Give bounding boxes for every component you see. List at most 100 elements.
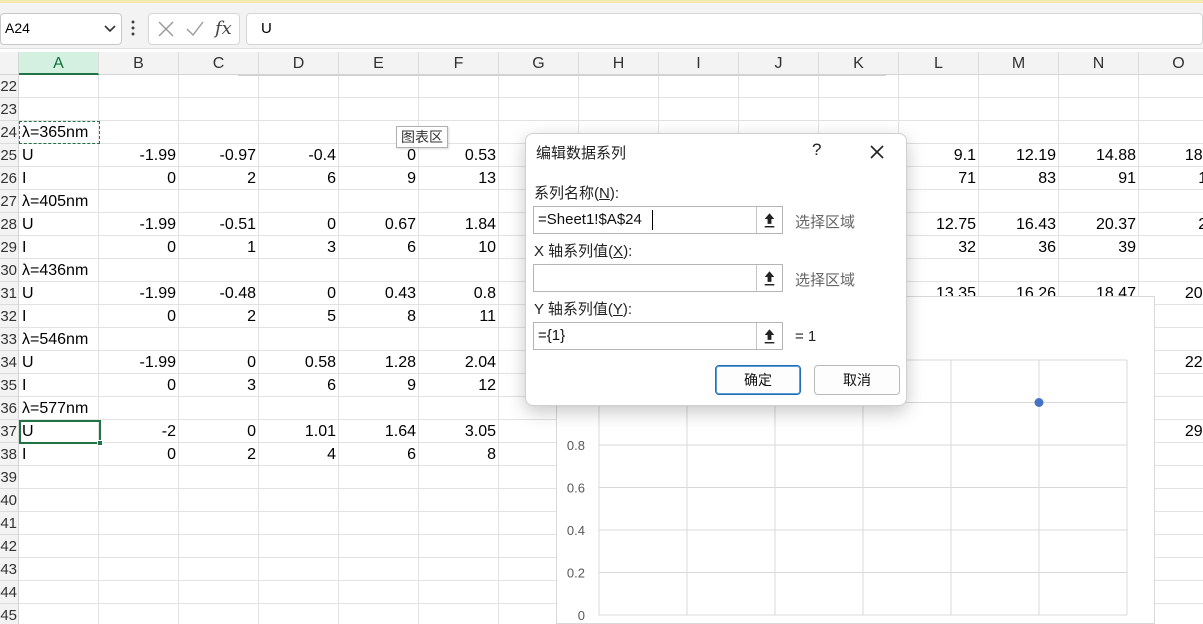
column-header-G[interactable]: G — [499, 52, 579, 75]
row-header-36[interactable]: 36 — [0, 397, 19, 420]
row-header-34[interactable]: 34 — [0, 351, 19, 374]
cell-M28[interactable]: 16.43 — [979, 213, 1059, 236]
cell-E35[interactable]: 9 — [339, 374, 419, 397]
row-header-26[interactable]: 26 — [0, 167, 19, 190]
insert-function-icon[interactable]: fx — [215, 18, 232, 39]
cell-C26[interactable]: 2 — [179, 167, 259, 190]
cell-M25[interactable]: 12.19 — [979, 144, 1059, 167]
cell-E34[interactable]: 1.28 — [339, 351, 419, 374]
column-header-M[interactable]: M — [979, 52, 1059, 75]
cell-E32[interactable]: 8 — [339, 305, 419, 328]
cell-N29[interactable]: 39 — [1059, 236, 1139, 259]
select-all-corner[interactable] — [0, 52, 19, 75]
row-header-27[interactable]: 27 — [0, 190, 19, 213]
cell-E29[interactable]: 6 — [339, 236, 419, 259]
cell-E26[interactable]: 9 — [339, 167, 419, 190]
cell-E38[interactable]: 6 — [339, 443, 419, 466]
cell-A32[interactable]: I — [19, 305, 99, 328]
cell-B37[interactable]: -2 — [99, 420, 179, 443]
column-header-H[interactable]: H — [579, 52, 659, 75]
cell-C32[interactable]: 2 — [179, 305, 259, 328]
cell-N26[interactable]: 91 — [1059, 167, 1139, 190]
cell-A34[interactable]: U — [19, 351, 99, 374]
cell-N28[interactable]: 20.37 — [1059, 213, 1139, 236]
cell-O26[interactable]: 10 — [1139, 167, 1203, 190]
x-values-field[interactable] — [533, 264, 783, 292]
column-header-D[interactable]: D — [259, 52, 339, 75]
cell-B38[interactable]: 0 — [99, 443, 179, 466]
cell-D38[interactable]: 4 — [259, 443, 339, 466]
cell-A38[interactable]: I — [19, 443, 99, 466]
cell-B29[interactable]: 0 — [99, 236, 179, 259]
row-header-32[interactable]: 32 — [0, 305, 19, 328]
cell-C29[interactable]: 1 — [179, 236, 259, 259]
row-header-22[interactable]: 22 — [0, 75, 19, 98]
column-header-A[interactable]: A — [19, 52, 99, 75]
cell-A29[interactable]: I — [19, 236, 99, 259]
row-header-40[interactable]: 40 — [0, 489, 19, 512]
cell-B28[interactable]: -1.99 — [99, 213, 179, 236]
data-point[interactable] — [1034, 398, 1044, 407]
help-button[interactable]: ? — [812, 140, 821, 160]
cell-E31[interactable]: 0.43 — [339, 282, 419, 305]
cell-A25[interactable]: U — [19, 144, 99, 167]
cell-A33[interactable]: λ=546nm — [19, 328, 99, 351]
collapse-dialog-icon[interactable] — [756, 207, 782, 233]
row-header-43[interactable]: 43 — [0, 558, 19, 581]
row-header-44[interactable]: 44 — [0, 581, 19, 604]
cell-D28[interactable]: 0 — [259, 213, 339, 236]
cell-D34[interactable]: 0.58 — [259, 351, 339, 374]
row-header-24[interactable]: 24 — [0, 121, 19, 144]
cell-C35[interactable]: 3 — [179, 374, 259, 397]
row-header-38[interactable]: 38 — [0, 443, 19, 466]
active-cell-selection[interactable] — [19, 420, 103, 446]
column-header-E[interactable]: E — [339, 52, 419, 75]
row-header-33[interactable]: 33 — [0, 328, 19, 351]
cell-M29[interactable]: 36 — [979, 236, 1059, 259]
row-header-37[interactable]: 37 — [0, 420, 19, 443]
cell-C37[interactable]: 0 — [179, 420, 259, 443]
cell-C25[interactable]: -0.97 — [179, 144, 259, 167]
cell-D31[interactable]: 0 — [259, 282, 339, 305]
cell-A36[interactable]: λ=577nm — [19, 397, 99, 420]
row-header-28[interactable]: 28 — [0, 213, 19, 236]
cell-C38[interactable]: 2 — [179, 443, 259, 466]
cell-O29[interactable]: 4 — [1139, 236, 1203, 259]
cancel-icon[interactable] — [157, 20, 175, 38]
cell-E28[interactable]: 0.67 — [339, 213, 419, 236]
cell-F26[interactable]: 13 — [419, 167, 499, 190]
cell-L28[interactable]: 12.75 — [899, 213, 979, 236]
close-icon[interactable] — [867, 142, 887, 162]
cell-D26[interactable]: 6 — [259, 167, 339, 190]
series-name-field[interactable]: =Sheet1!$A$24 — [533, 206, 783, 234]
enter-check-icon[interactable] — [185, 20, 205, 38]
column-header-K[interactable]: K — [819, 52, 899, 75]
row-header-29[interactable]: 29 — [0, 236, 19, 259]
cell-A30[interactable]: λ=436nm — [19, 259, 99, 282]
cell-D37[interactable]: 1.01 — [259, 420, 339, 443]
cell-A27[interactable]: λ=405nm — [19, 190, 99, 213]
column-header-J[interactable]: J — [739, 52, 819, 75]
column-header-F[interactable]: F — [419, 52, 499, 75]
column-header-B[interactable]: B — [99, 52, 179, 75]
column-header-L[interactable]: L — [899, 52, 979, 75]
cell-F34[interactable]: 2.04 — [419, 351, 499, 374]
cell-C34[interactable]: 0 — [179, 351, 259, 374]
cell-F32[interactable]: 11 — [419, 305, 499, 328]
cell-B32[interactable]: 0 — [99, 305, 179, 328]
row-header-42[interactable]: 42 — [0, 535, 19, 558]
column-header-I[interactable]: I — [659, 52, 739, 75]
column-header-O[interactable]: O — [1139, 52, 1203, 75]
cell-D25[interactable]: -0.4 — [259, 144, 339, 167]
cell-F31[interactable]: 0.8 — [419, 282, 499, 305]
chevron-down-icon[interactable] — [103, 24, 117, 34]
column-header-C[interactable]: C — [179, 52, 259, 75]
collapse-dialog-icon[interactable] — [756, 323, 782, 349]
cell-A26[interactable]: I — [19, 167, 99, 190]
cell-D29[interactable]: 3 — [259, 236, 339, 259]
formula-input[interactable]: U — [246, 13, 1203, 45]
cell-B34[interactable]: -1.99 — [99, 351, 179, 374]
cell-D32[interactable]: 5 — [259, 305, 339, 328]
cell-E37[interactable]: 1.64 — [339, 420, 419, 443]
cell-L26[interactable]: 71 — [899, 167, 979, 190]
